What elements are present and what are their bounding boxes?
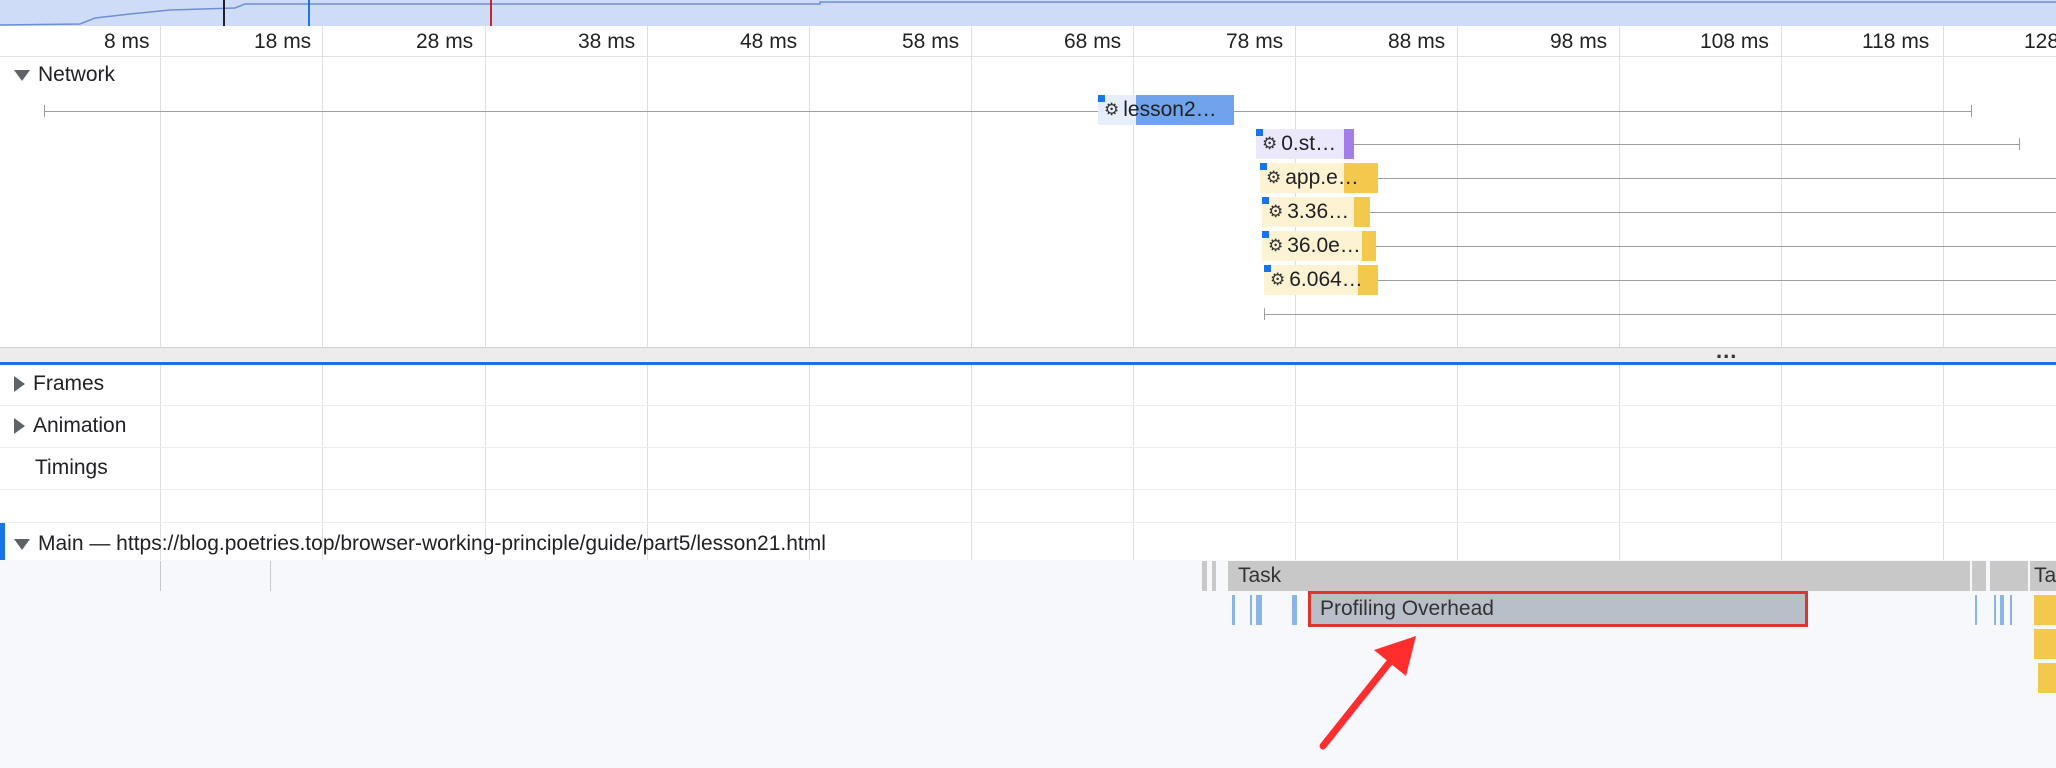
- request-label: 6.064…: [1289, 268, 1363, 291]
- js-slice[interactable]: [1292, 595, 1297, 625]
- tick-label: 8 ms: [104, 30, 150, 53]
- script-slice[interactable]: [2038, 663, 2056, 693]
- tick-label: 128: [2024, 30, 2056, 53]
- tick-label: 78 ms: [1226, 30, 1284, 53]
- request-download: [1354, 197, 1370, 227]
- network-track-header[interactable]: Network: [14, 63, 115, 87]
- arrow-icon: [1319, 636, 1416, 750]
- network-request-script[interactable]: ⚙ 6.064…: [1264, 265, 1378, 295]
- task-bar[interactable]: [1972, 561, 1986, 591]
- tiny-task[interactable]: [1202, 561, 1207, 591]
- main-track-header[interactable]: Main — https://blog.poetries.top/browser…: [14, 532, 826, 556]
- frames-track-header[interactable]: Frames: [14, 372, 104, 396]
- request-download: [1344, 129, 1354, 159]
- gear-icon: ⚙: [1104, 100, 1120, 119]
- request-label: 36.0e…: [1287, 234, 1361, 257]
- track-title: Animation: [33, 414, 127, 437]
- row-divider: [0, 489, 2056, 490]
- js-slice[interactable]: [1975, 595, 1977, 625]
- request-whisker: [1376, 280, 2056, 281]
- request-whisker: [44, 111, 1972, 112]
- tick-label: 18 ms: [254, 30, 312, 53]
- js-slice[interactable]: [1994, 595, 1996, 625]
- request-whisker: [1376, 178, 2056, 179]
- js-slice[interactable]: [1232, 595, 1235, 625]
- request-whisker: [1350, 144, 2020, 145]
- task-bar[interactable]: Task: [1228, 561, 1970, 591]
- animation-track-header[interactable]: Animation: [14, 414, 126, 438]
- row-divider: [0, 447, 2056, 448]
- timeline-overview[interactable]: [0, 0, 2056, 27]
- js-slice[interactable]: [2000, 595, 2004, 625]
- tick-label: 38 ms: [578, 30, 636, 53]
- task-label: Ta: [2034, 564, 2056, 587]
- js-slice[interactable]: [1256, 595, 1262, 625]
- task-label: Task: [1238, 564, 1282, 587]
- track-title: Frames: [33, 372, 105, 395]
- gear-icon: ⚙: [1262, 134, 1278, 153]
- request-whisker: [1374, 246, 2056, 247]
- more-dots[interactable]: ...: [1716, 338, 1737, 364]
- gear-icon: ⚙: [1270, 270, 1286, 289]
- tiny-task[interactable]: [270, 561, 271, 591]
- whisker-cap: [1264, 308, 1265, 320]
- network-request-script[interactable]: ⚙ app.e…: [1260, 163, 1378, 193]
- tick-label: 58 ms: [902, 30, 960, 53]
- network-request-script[interactable]: ⚙ 36.0e…: [1262, 231, 1376, 261]
- row-divider: [0, 405, 2056, 406]
- triangle-icon: [14, 69, 30, 81]
- request-download: [1362, 231, 1376, 261]
- row-divider: [0, 522, 2056, 523]
- task-bar[interactable]: [1990, 561, 2028, 591]
- triangle-icon: [14, 538, 30, 550]
- gear-icon: ⚙: [1268, 202, 1284, 221]
- tick-label: 68 ms: [1064, 30, 1122, 53]
- tick-label: 98 ms: [1550, 30, 1608, 53]
- network-request-stylesheet[interactable]: ⚙ 0.st…: [1256, 129, 1354, 159]
- panel-resizer[interactable]: [0, 347, 2056, 365]
- time-ruler: 8 ms 18 ms 28 ms 38 ms 48 ms 58 ms 68 ms…: [0, 26, 2056, 57]
- tick-label: 108 ms: [1700, 30, 1769, 53]
- network-request-document[interactable]: ⚙ lesson2…: [1098, 95, 1234, 125]
- track-title: Main — https://blog.poetries.top/browser…: [38, 532, 826, 555]
- track-title: Timings: [35, 456, 108, 479]
- track-title: Network: [38, 63, 116, 86]
- js-slice[interactable]: [1250, 595, 1252, 625]
- timings-track-header[interactable]: Timings: [35, 456, 108, 480]
- script-slice[interactable]: [2034, 595, 2056, 625]
- request-label: 3.36…: [1287, 200, 1350, 223]
- gear-icon: ⚙: [1266, 168, 1282, 187]
- network-request-script[interactable]: ⚙ 3.36…: [1262, 197, 1370, 227]
- tick-label: 118 ms: [1862, 30, 1930, 53]
- whisker-cap: [44, 105, 45, 117]
- js-slice[interactable]: [2010, 595, 2012, 625]
- script-slice[interactable]: [2034, 629, 2056, 659]
- request-whisker: [1264, 314, 2056, 315]
- tick-label: 88 ms: [1388, 30, 1446, 53]
- request-whisker: [1368, 212, 2056, 213]
- whisker-cap: [2019, 138, 2020, 150]
- highlight-annotation: [1308, 591, 1808, 627]
- triangle-icon: [14, 376, 25, 392]
- task-bar[interactable]: Ta: [2030, 561, 2056, 591]
- overview-graph: [0, 0, 2056, 26]
- tiny-task[interactable]: [1212, 561, 1216, 591]
- request-label: lesson2…: [1123, 98, 1217, 121]
- gear-icon: ⚙: [1268, 236, 1284, 255]
- tiny-task[interactable]: [160, 561, 161, 591]
- tick-label: 48 ms: [740, 30, 798, 53]
- whisker-cap: [1971, 105, 1972, 117]
- request-label: 0.st…: [1281, 132, 1337, 155]
- request-label: app.e…: [1285, 166, 1359, 189]
- tick-label: 28 ms: [416, 30, 474, 53]
- triangle-icon: [14, 418, 25, 434]
